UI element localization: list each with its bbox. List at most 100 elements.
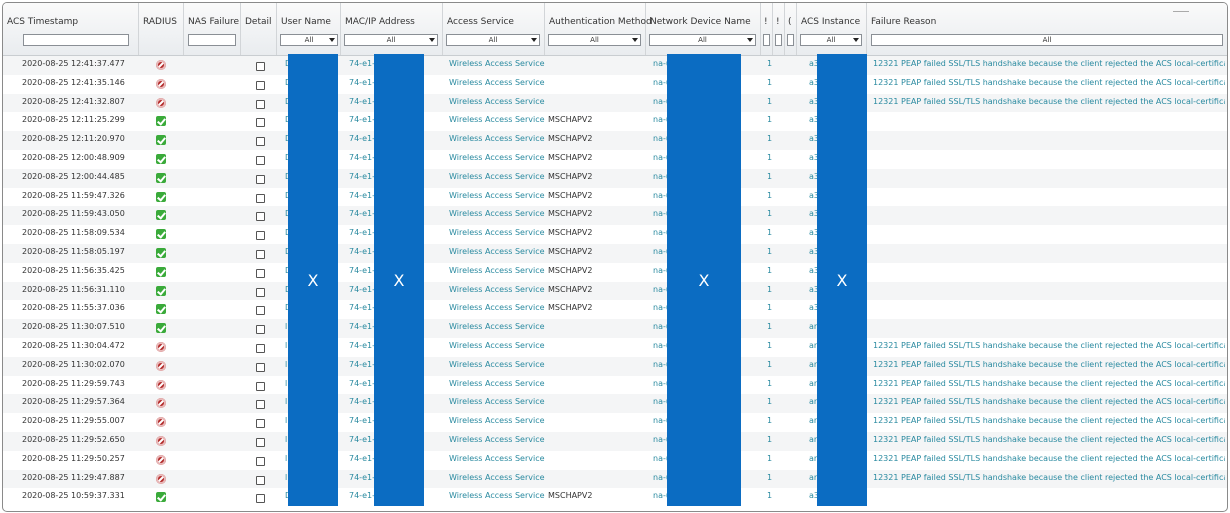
table-row[interactable]: 2020-08-25 12:41:35.146D74-e1-4Wireless …	[3, 75, 1227, 94]
table-row[interactable]: 2020-08-25 12:41:32.807D74-e1-4Wireless …	[3, 93, 1227, 113]
col-narrow-1[interactable]: !	[761, 3, 773, 55]
col-detail[interactable]: Detail	[241, 3, 277, 55]
failure-reason-link[interactable]: 12321 PEAP failed SSL/TLS handshake beca…	[873, 360, 1225, 369]
detail-magnifier-icon[interactable]	[256, 118, 265, 128]
detail-magnifier-icon[interactable]	[256, 419, 265, 429]
detail-magnifier-icon[interactable]	[256, 99, 265, 109]
access-service-link[interactable]: Wireless Access Service	[449, 266, 545, 275]
failure-reason-link[interactable]: 12321 PEAP failed SSL/TLS handshake beca…	[873, 473, 1225, 482]
narrow-cell[interactable]: 1:	[767, 491, 773, 500]
failure-reason-filter-select[interactable]: All	[871, 34, 1223, 46]
failure-reason-link[interactable]: 12321 PEAP failed SSL/TLS handshake beca…	[873, 341, 1225, 350]
table-row[interactable]: 2020-08-25 11:56:31.110D74-e1-4Wireless …	[3, 281, 1227, 301]
col-nas-failure[interactable]: NAS Failure	[184, 3, 241, 55]
access-service-link[interactable]: Wireless Access Service	[449, 228, 545, 237]
narrow-cell[interactable]: 1:	[767, 115, 773, 124]
access-service-link[interactable]: Wireless Access Service	[449, 172, 545, 181]
detail-magnifier-icon[interactable]	[256, 456, 265, 466]
narrow-cell[interactable]: 1:	[767, 209, 773, 218]
failure-reason-link[interactable]: 12321 PEAP failed SSL/TLS handshake beca…	[873, 78, 1225, 87]
narrow-cell[interactable]: 1:	[767, 191, 773, 200]
detail-magnifier-icon[interactable]	[256, 306, 265, 316]
access-service-link[interactable]: Wireless Access Service	[449, 285, 545, 294]
detail-magnifier-icon[interactable]	[256, 475, 265, 485]
detail-magnifier-icon[interactable]	[256, 287, 265, 297]
table-row[interactable]: 2020-08-25 11:29:47.887li74-e1-4Wireless…	[3, 469, 1227, 489]
access-service-link[interactable]: Wireless Access Service	[449, 454, 545, 463]
failure-reason-link[interactable]: 12321 PEAP failed SSL/TLS handshake beca…	[873, 454, 1225, 463]
access-service-link[interactable]: Wireless Access Service	[449, 134, 545, 143]
detail-magnifier-icon[interactable]	[256, 494, 265, 504]
narrow-cell[interactable]: 1:	[767, 228, 773, 237]
access-service-link[interactable]: Wireless Access Service	[449, 397, 545, 406]
narrow-cell[interactable]: 1:	[767, 341, 773, 350]
access-service-link[interactable]: Wireless Access Service	[449, 473, 545, 482]
failure-reason-link[interactable]: 12321 PEAP failed SSL/TLS handshake beca…	[873, 435, 1225, 444]
detail-magnifier-icon[interactable]	[256, 268, 265, 278]
table-row[interactable]: 2020-08-25 11:55:37.036D74-e1-4Wireless …	[3, 300, 1227, 319]
table-row[interactable]: 2020-08-25 12:00:48.909D74-e1-4Wireless …	[3, 150, 1227, 169]
detail-magnifier-icon[interactable]	[256, 325, 265, 335]
col-network-device[interactable]: Network Device Name All	[646, 3, 761, 55]
access-service-link[interactable]: Wireless Access Service	[449, 59, 545, 68]
col-user-name[interactable]: User Name All	[277, 3, 341, 55]
access-service-link[interactable]: Wireless Access Service	[449, 360, 545, 369]
access-service-link[interactable]: Wireless Access Service	[449, 303, 545, 312]
detail-magnifier-icon[interactable]	[256, 438, 265, 447]
narrow-cell[interactable]: 1:	[767, 78, 773, 87]
narrow-cell[interactable]: 1:	[767, 322, 773, 331]
narrow-cell[interactable]: 1:	[767, 360, 773, 369]
col-auth-method[interactable]: Authentication Method All	[545, 3, 652, 55]
table-row[interactable]: 2020-08-25 11:29:50.257li74-e1-4Wireless…	[3, 451, 1227, 470]
failure-reason-link[interactable]: 12321 PEAP failed SSL/TLS handshake beca…	[873, 97, 1225, 106]
detail-magnifier-icon[interactable]	[256, 231, 265, 241]
failure-reason-link[interactable]: 12321 PEAP failed SSL/TLS handshake beca…	[873, 59, 1225, 68]
col-acs-instance[interactable]: ACS Instance All	[797, 3, 867, 55]
narrow-filter-select[interactable]	[763, 34, 770, 46]
detail-magnifier-icon[interactable]	[256, 212, 265, 222]
access-service-link[interactable]: Wireless Access Service	[449, 209, 545, 218]
table-row[interactable]: 2020-08-25 12:41:37.477D74-e1-4Wireless …	[3, 56, 1227, 75]
acs-instance-filter-select[interactable]: All	[800, 34, 862, 46]
table-row[interactable]: 2020-08-25 11:58:09.534D74-e1-4Wireless …	[3, 225, 1227, 244]
access-service-link[interactable]: Wireless Access Service	[449, 97, 545, 106]
table-row[interactable]: 2020-08-25 12:11:20.970D74-e1-4Wireless …	[3, 131, 1227, 150]
table-row[interactable]: 2020-08-25 11:59:43.050D74-e1-4Wireless …	[3, 206, 1227, 226]
table-row[interactable]: 2020-08-25 11:58:05.197D74-e1-4Wireless …	[3, 244, 1227, 263]
access-service-link[interactable]: Wireless Access Service	[449, 247, 545, 256]
table-row[interactable]: 2020-08-25 11:29:52.650li74-e1-4Wireless…	[3, 432, 1227, 451]
mac-filter-select[interactable]: All	[344, 34, 438, 46]
table-row[interactable]: 2020-08-25 11:29:59.743li74-e1-4Wireless…	[3, 376, 1227, 395]
failure-reason-link[interactable]: 12321 PEAP failed SSL/TLS handshake beca…	[873, 397, 1225, 406]
access-service-link[interactable]: Wireless Access Service	[449, 341, 545, 350]
access-service-filter-select[interactable]: All	[446, 34, 540, 46]
narrow-cell[interactable]: 1:	[767, 473, 773, 482]
col-radius[interactable]: RADIUS	[139, 3, 184, 55]
col-narrow-3[interactable]: (	[785, 3, 797, 55]
narrow-filter-select[interactable]	[787, 34, 794, 46]
access-service-link[interactable]: Wireless Access Service	[449, 435, 545, 444]
user-name-filter-select[interactable]: All	[280, 34, 338, 46]
col-acs-timestamp[interactable]: ACS Timestamp	[3, 3, 139, 55]
table-row[interactable]: 2020-08-25 11:30:07.510li74-e1-4Wireless…	[3, 319, 1227, 338]
access-service-link[interactable]: Wireless Access Service	[449, 416, 545, 425]
access-service-link[interactable]: Wireless Access Service	[449, 491, 545, 500]
table-row[interactable]: 2020-08-25 11:56:35.425D74-e1-4Wireless …	[3, 263, 1227, 282]
failure-reason-link[interactable]: 12321 PEAP failed SSL/TLS handshake beca…	[873, 416, 1225, 425]
narrow-cell[interactable]: 1:	[767, 416, 773, 425]
table-row[interactable]: 2020-08-25 11:29:55.007li74-e1-4Wireless…	[3, 413, 1227, 432]
auth-method-filter-select[interactable]: All	[548, 34, 641, 46]
detail-magnifier-icon[interactable]	[256, 137, 265, 147]
table-row[interactable]: 2020-08-25 10:59:37.331D74-e1-4Wireless …	[3, 488, 1227, 507]
access-service-link[interactable]: Wireless Access Service	[449, 322, 545, 331]
detail-magnifier-icon[interactable]	[256, 250, 265, 259]
narrow-cell[interactable]: 1:	[767, 59, 773, 68]
narrow-cell[interactable]: 1:	[767, 266, 773, 275]
narrow-cell[interactable]: 1:	[767, 172, 773, 181]
detail-magnifier-icon[interactable]	[256, 362, 265, 372]
col-narrow-2[interactable]: !	[773, 3, 785, 55]
narrow-cell[interactable]: 1:	[767, 247, 773, 256]
narrow-cell[interactable]: 1:	[767, 285, 773, 294]
access-service-link[interactable]: Wireless Access Service	[449, 153, 545, 162]
narrow-filter-select[interactable]	[775, 34, 782, 46]
